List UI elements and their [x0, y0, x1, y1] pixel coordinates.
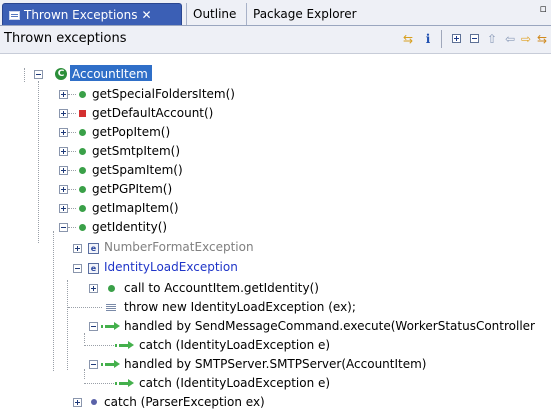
toolbar-separator — [441, 30, 442, 48]
forward-arrow-icon[interactable]: ⇨ — [518, 31, 534, 47]
tree-node-method[interactable]: getPGPItem() — [92, 180, 172, 198]
collapse-all-icon[interactable] — [466, 31, 482, 47]
info-icon[interactable]: i — [420, 31, 436, 47]
tree-node-method[interactable]: getImapItem() — [92, 199, 179, 217]
tree-node-method[interactable]: getSpecialFoldersItem() — [92, 85, 235, 103]
collapse-toggle[interactable] — [73, 264, 82, 273]
public-method-icon — [108, 285, 115, 292]
tab-outline[interactable]: Outline — [186, 3, 242, 25]
expand-toggle[interactable] — [59, 109, 68, 118]
collapse-toggle[interactable] — [89, 360, 98, 369]
tree-node-catch[interactable]: catch (ParserException ex) — [104, 393, 265, 411]
tab-label: Package Explorer — [253, 7, 357, 21]
public-method-icon — [79, 167, 86, 174]
tree-node-handler[interactable]: handled by SMTPServer.SMTPServer(Account… — [124, 355, 426, 373]
exception-tree[interactable]: C AccountItem getSpecialFoldersItem() ge… — [0, 54, 551, 414]
expand-toggle[interactable] — [59, 166, 68, 175]
expand-toggle[interactable] — [89, 284, 98, 293]
expand-toggle[interactable] — [59, 90, 68, 99]
tree-guide — [24, 68, 25, 82]
collapse-toggle[interactable] — [34, 70, 43, 79]
tree-guide — [84, 369, 85, 379]
link-with-editor-icon[interactable]: ⇆ — [400, 31, 416, 47]
view-toolbar: Thrown exceptions ⇆ i ⇧ ⇦ ⇨ ⇆ — [0, 26, 551, 54]
public-method-icon — [79, 224, 86, 231]
tree-guide — [67, 280, 68, 370]
tree-node-method[interactable]: getSmtpItem() — [92, 142, 180, 160]
tree-node-method[interactable]: getPopItem() — [92, 123, 170, 141]
tree-node-method[interactable]: getDefaultAccount() — [92, 104, 213, 122]
back-arrow-icon[interactable]: ⇦ — [502, 31, 518, 47]
tab-thrown-exceptions[interactable]: Thrown Exceptions ✕ — [2, 3, 182, 25]
tree-node-catch[interactable]: catch (IdentityLoadException e) — [139, 336, 330, 354]
private-method-icon — [79, 110, 86, 117]
tab-label: Outline — [193, 7, 237, 21]
tree-node-root[interactable]: AccountItem — [72, 65, 148, 83]
exception-icon: e — [88, 263, 99, 274]
expand-all-icon[interactable] — [448, 31, 464, 47]
tree-node-throw[interactable]: throw new IdentityLoadException (ex); — [124, 298, 356, 316]
view-icon — [9, 11, 20, 20]
public-method-icon — [79, 91, 86, 98]
up-arrow-icon[interactable]: ⇧ — [484, 31, 500, 47]
collapse-toggle[interactable] — [59, 223, 68, 232]
public-method-icon — [79, 205, 86, 212]
view-title: Thrown exceptions — [4, 31, 127, 46]
handler-arrow-icon — [101, 321, 121, 331]
tree-node-handler[interactable]: handled by SendMessageCommand.execute(Wo… — [124, 317, 535, 335]
minimize-icon[interactable]: ▫ — [540, 2, 547, 15]
expand-toggle[interactable] — [59, 128, 68, 137]
tree-guide — [84, 333, 85, 343]
tree-node-exception[interactable]: IdentityLoadException — [104, 258, 238, 276]
tree-guide — [38, 81, 39, 243]
tab-label: Thrown Exceptions — [24, 8, 138, 22]
expand-toggle[interactable] — [73, 244, 82, 253]
tree-guide — [53, 231, 54, 371]
expand-toggle[interactable] — [59, 204, 68, 213]
class-icon: C — [55, 68, 67, 80]
throw-icon — [106, 303, 116, 311]
handler-arrow-icon — [115, 378, 135, 388]
tree-node-method[interactable]: getIdentity() — [92, 218, 167, 236]
sync-icon[interactable]: ⇆ — [534, 31, 550, 47]
public-method-icon — [79, 186, 86, 193]
view-tab-bar: Thrown Exceptions ✕ Outline Package Explo… — [0, 0, 551, 26]
public-method-icon — [79, 148, 86, 155]
handler-arrow-icon — [101, 359, 121, 369]
tree-node-method[interactable]: getSpamItem() — [92, 161, 183, 179]
expand-toggle[interactable] — [73, 398, 82, 407]
tab-package-explorer[interactable]: Package Explorer — [246, 3, 363, 25]
close-icon[interactable]: ✕ — [142, 4, 152, 26]
bullet-icon — [91, 399, 97, 405]
expand-toggle[interactable] — [59, 147, 68, 156]
exception-icon: e — [88, 243, 99, 254]
tree-node-catch[interactable]: catch (IdentityLoadException e) — [139, 374, 330, 392]
collapse-toggle[interactable] — [89, 322, 98, 331]
tree-node-exception[interactable]: NumberFormatException — [104, 238, 254, 256]
handler-arrow-icon — [115, 340, 135, 350]
public-method-icon — [79, 129, 86, 136]
tree-node-call[interactable]: call to AccountItem.getIdentity() — [124, 279, 319, 297]
expand-toggle[interactable] — [59, 185, 68, 194]
